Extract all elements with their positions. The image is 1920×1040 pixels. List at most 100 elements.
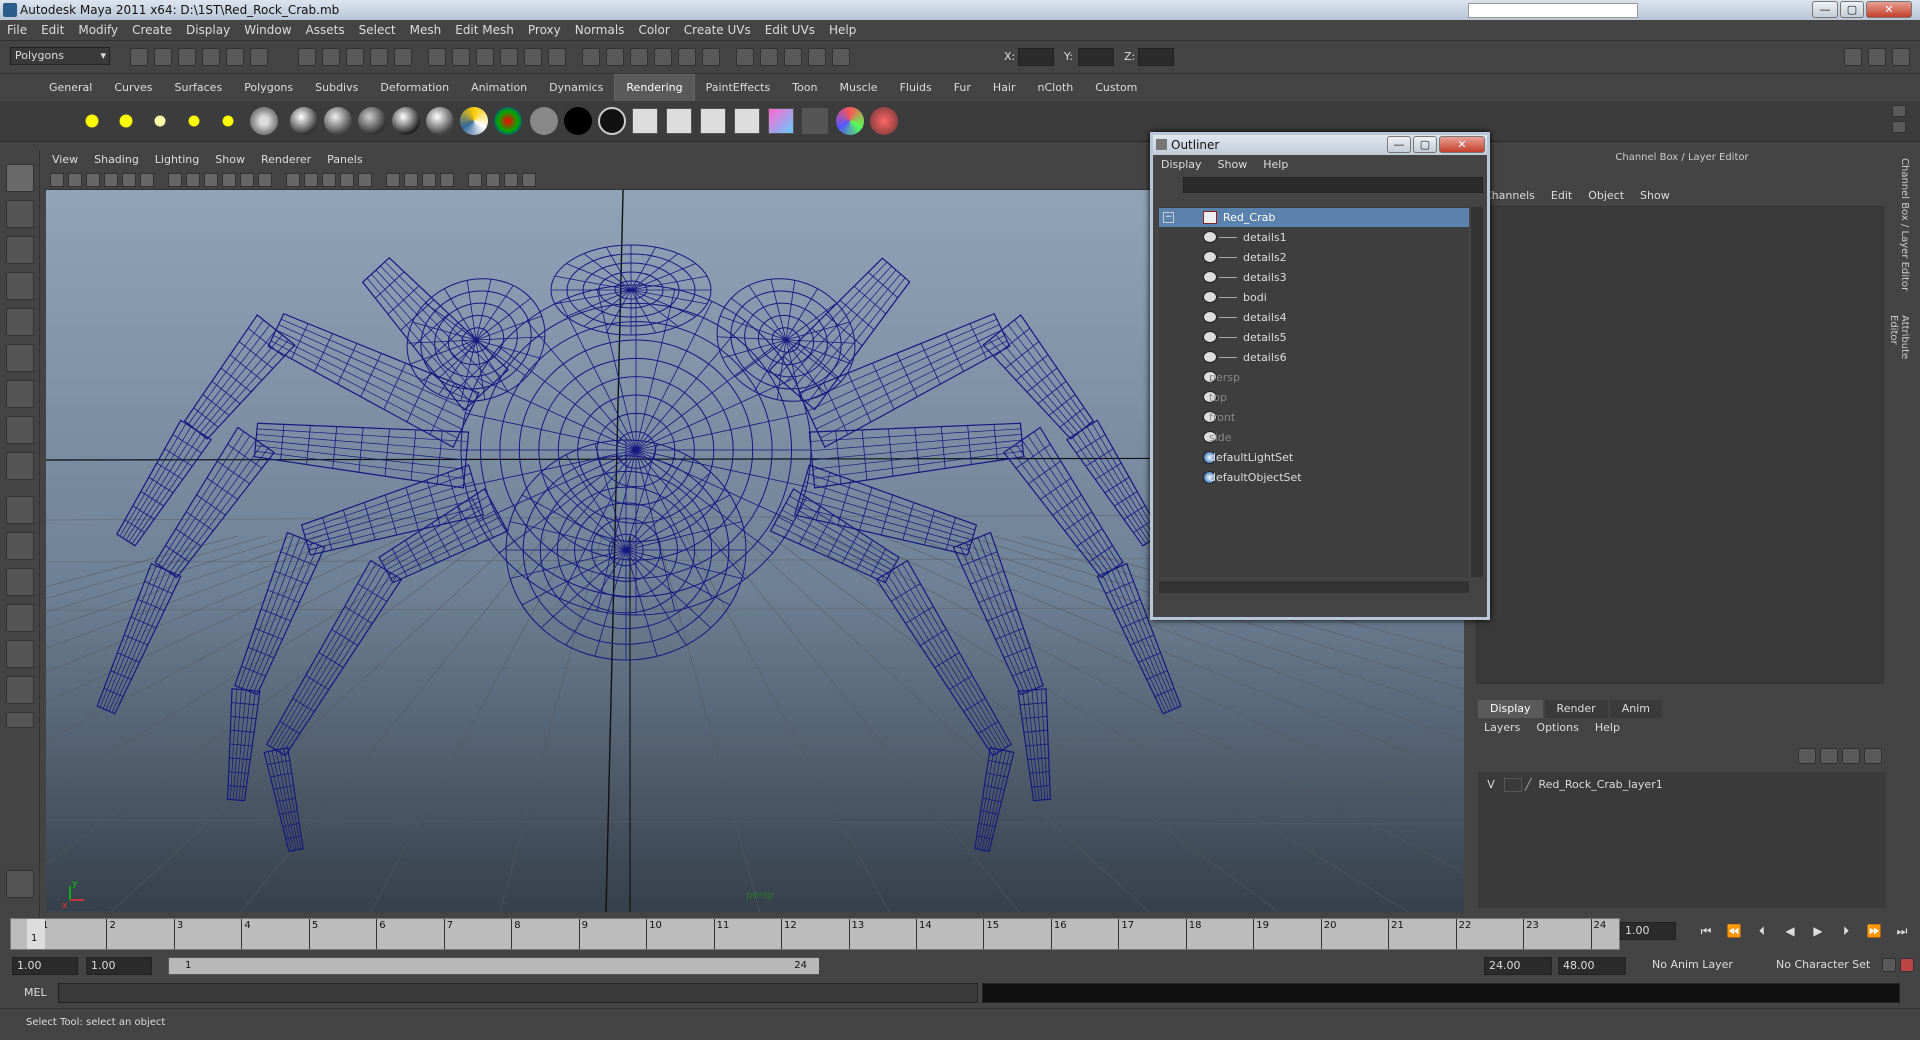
shelf-tab-ncloth[interactable]: nCloth <box>1027 75 1085 101</box>
menu-color[interactable]: Color <box>631 20 676 41</box>
anisotropic-material-icon[interactable] <box>290 107 318 135</box>
vp-gate-mask-icon[interactable] <box>222 173 236 187</box>
move-tool-icon[interactable] <box>6 272 34 300</box>
script-editor-icon[interactable] <box>6 870 34 898</box>
vp-grid-icon[interactable] <box>168 173 182 187</box>
lock-selection-icon[interactable] <box>500 48 518 66</box>
vp-menu-show[interactable]: Show <box>207 152 253 168</box>
layer-tab-anim[interactable]: Anim <box>1609 700 1662 718</box>
vp-safe-action-icon[interactable] <box>258 173 272 187</box>
select-curves-icon[interactable] <box>346 48 364 66</box>
attribute-editor-side-tab[interactable]: Attribute Editor <box>1888 315 1910 390</box>
outliner-item[interactable]: defaultObjectSet <box>1159 468 1469 487</box>
select-by-component-icon[interactable] <box>250 48 268 66</box>
outliner-item[interactable]: persp <box>1159 368 1469 387</box>
shelf-tab-rendering[interactable]: Rendering <box>614 74 695 101</box>
show-tool-settings-icon[interactable] <box>1868 48 1886 66</box>
phong-material-icon[interactable] <box>392 107 420 135</box>
outliner-item[interactable]: details2 <box>1159 248 1469 267</box>
current-frame-field[interactable]: 1.00 <box>1620 922 1676 940</box>
vp-menu-lighting[interactable]: Lighting <box>147 152 207 168</box>
shelf-tab-dynamics[interactable]: Dynamics <box>538 75 614 101</box>
shelf-tab-toon[interactable]: Toon <box>781 75 828 101</box>
shelf-tab-fluids[interactable]: Fluids <box>889 75 943 101</box>
ipr-render-icon[interactable] <box>666 108 692 134</box>
vp-xray-components-icon[interactable] <box>504 173 518 187</box>
shelf-tab-painteffects[interactable]: PaintEffects <box>695 75 782 101</box>
last-tool-icon[interactable] <box>6 452 34 480</box>
anim-layer-dropdown[interactable]: No Anim Layer <box>1648 957 1758 975</box>
cb-menu-object[interactable]: Object <box>1580 186 1632 206</box>
shelf-tab-custom[interactable]: Custom <box>1084 75 1148 101</box>
cb-menu-edit[interactable]: Edit <box>1543 186 1580 206</box>
rotate-tool-icon[interactable] <box>6 308 34 336</box>
render-view-icon[interactable] <box>700 108 726 134</box>
vp-safe-title-icon[interactable] <box>286 173 300 187</box>
select-tool-field-icon[interactable] <box>832 48 850 66</box>
directional-light-icon[interactable] <box>78 107 106 135</box>
menu-proxy[interactable]: Proxy <box>521 20 568 41</box>
menu-edit-mesh[interactable]: Edit Mesh <box>448 20 521 41</box>
new-layer-icon[interactable] <box>1842 748 1860 764</box>
step-back-frame-icon[interactable]: ⏪ <box>1724 922 1744 940</box>
lambert-material-icon[interactable] <box>358 107 386 135</box>
surface-shader-icon[interactable] <box>564 107 592 135</box>
persp-outliner-layout-icon[interactable] <box>6 568 34 596</box>
area-light-icon[interactable] <box>180 107 208 135</box>
end-time-field[interactable]: 48.00 <box>1558 957 1626 975</box>
menu-select[interactable]: Select <box>352 20 403 41</box>
help-search-input[interactable] <box>1468 3 1638 18</box>
snap-to-grids-icon[interactable] <box>548 48 566 66</box>
paint-select-tool-icon[interactable] <box>6 236 34 264</box>
outliner-item[interactable]: front <box>1159 408 1469 427</box>
use-background-icon[interactable] <box>598 107 626 135</box>
vp-xray-icon[interactable] <box>468 173 482 187</box>
ramp-shader-icon[interactable] <box>494 107 522 135</box>
vp-film-gate-icon[interactable] <box>186 173 200 187</box>
select-by-object-icon[interactable] <box>226 48 244 66</box>
current-time-marker[interactable]: 1 <box>27 919 45 949</box>
scale-tool-icon[interactable] <box>6 344 34 372</box>
vp-image-plane-icon[interactable] <box>104 173 118 187</box>
single-perspective-layout-icon[interactable] <box>6 496 34 524</box>
new-layer-selected-icon[interactable] <box>1864 748 1882 764</box>
outliner-vertical-scrollbar[interactable] <box>1471 207 1483 577</box>
go-to-start-icon[interactable]: ⏮ <box>1696 922 1716 940</box>
menu-set-dropdown[interactable]: Polygons ▾ <box>10 47 110 65</box>
outliner-item[interactable]: details4 <box>1159 308 1469 327</box>
shelf-tab-surfaces[interactable]: Surfaces <box>164 75 234 101</box>
shelf-tab-hair[interactable]: Hair <box>982 75 1027 101</box>
hypershade-persp-layout-icon[interactable] <box>6 640 34 668</box>
outliner-maximize-button[interactable]: ▢ <box>1413 136 1437 153</box>
select-rendering-icon[interactable] <box>452 48 470 66</box>
vp-high-quality-icon[interactable] <box>422 173 436 187</box>
vp-field-chart-icon[interactable] <box>240 173 254 187</box>
vp-textured-icon[interactable] <box>358 173 372 187</box>
construction-history-icon[interactable] <box>736 48 754 66</box>
start-time-field[interactable]: 1.00 <box>12 957 78 975</box>
phonge-material-icon[interactable] <box>426 107 454 135</box>
range-slider-handle[interactable]: 1 24 <box>169 958 819 974</box>
character-set-dropdown[interactable]: No Character Set <box>1772 957 1882 975</box>
menu-mesh[interactable]: Mesh <box>403 20 449 41</box>
render-current-frame-icon[interactable] <box>632 108 658 134</box>
soft-mod-tool-icon[interactable] <box>6 416 34 444</box>
vp-wireframe-icon[interactable] <box>304 173 318 187</box>
y-input[interactable] <box>1078 48 1114 66</box>
four-view-layout-icon[interactable] <box>6 532 34 560</box>
range-slider[interactable]: 1 24 <box>168 957 819 975</box>
outliner-item[interactable]: details5 <box>1159 328 1469 347</box>
layer-row[interactable]: V ╱ Red_Rock_Crab_layer1 <box>1482 776 1882 794</box>
command-input[interactable] <box>58 983 978 1003</box>
auto-key-icon[interactable] <box>1882 958 1896 972</box>
go-to-end-icon[interactable]: ⏭ <box>1892 922 1912 940</box>
lasso-tool-icon[interactable] <box>6 200 34 228</box>
vp-menu-panels[interactable]: Panels <box>319 152 370 168</box>
select-surfaces-icon[interactable] <box>370 48 388 66</box>
paint-canvas-icon[interactable] <box>836 107 864 135</box>
vp-select-camera-icon[interactable] <box>50 173 64 187</box>
layered-shader-icon[interactable] <box>460 107 488 135</box>
vp-menu-renderer[interactable]: Renderer <box>253 152 319 168</box>
collapse-icon[interactable]: − <box>1163 212 1174 223</box>
vp-bookmarks-icon[interactable] <box>86 173 100 187</box>
